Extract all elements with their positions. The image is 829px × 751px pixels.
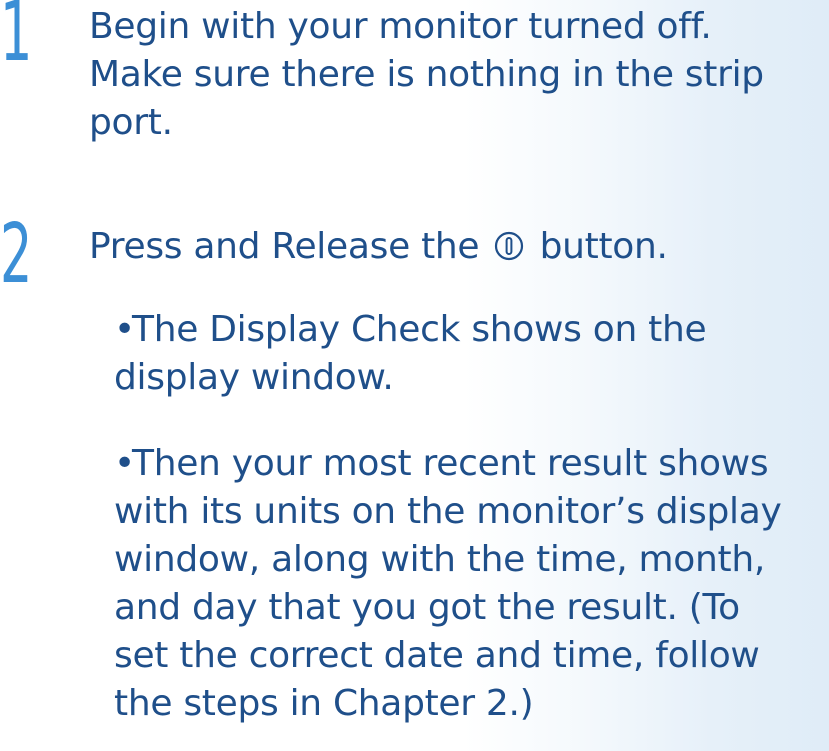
bullet-line: with its units on the monitor’s display bbox=[114, 491, 782, 532]
instruction-text: Press and Release the bbox=[89, 226, 480, 267]
text-line: Begin with your monitor turned off. bbox=[89, 6, 712, 47]
bullet-line: window, along with the time, month, bbox=[114, 539, 766, 580]
text-line: Make sure there is nothing in the strip bbox=[89, 54, 764, 95]
power-button-icon bbox=[495, 231, 524, 261]
bullet-item: •Then your most recent result shows with… bbox=[114, 440, 825, 728]
bullet-marker: • bbox=[114, 309, 135, 350]
bullet-line: •The Display Check shows on the bbox=[114, 306, 825, 354]
step-number: 1 bbox=[0, 0, 33, 80]
bullet-marker: • bbox=[114, 443, 135, 484]
bullet-line: •Then your most recent result shows bbox=[114, 440, 825, 488]
bullet-line: display window. bbox=[114, 357, 394, 398]
bullet-line: and day that you got the result. (To bbox=[114, 587, 740, 628]
bullet-line: set the correct date and time, follow bbox=[114, 635, 760, 676]
instruction-text: button. bbox=[539, 226, 668, 267]
step-number: 2 bbox=[0, 207, 33, 302]
step-1-text: Begin with your monitor turned off. Make… bbox=[89, 3, 821, 147]
bullet-line: the steps in Chapter 2.) bbox=[114, 683, 534, 724]
step-2-instruction: Press and Release the button. bbox=[89, 223, 821, 271]
bullet-item: •The Display Check shows on the display … bbox=[114, 306, 825, 402]
text-line: port. bbox=[89, 102, 173, 143]
